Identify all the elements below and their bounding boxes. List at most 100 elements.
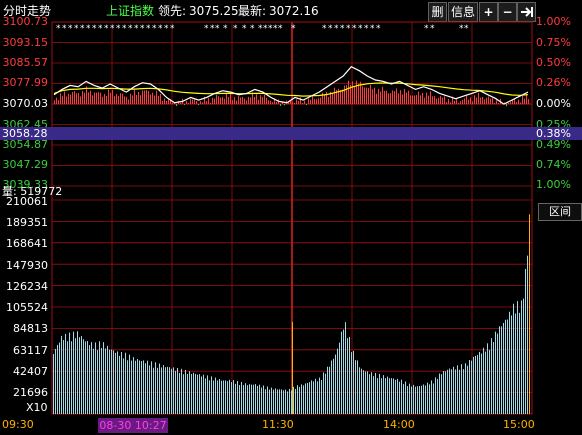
volume-bar [243, 385, 244, 414]
up-bar [348, 80, 349, 104]
volume-bar [183, 374, 184, 414]
up-bar [520, 102, 521, 104]
signal-star: * [376, 24, 381, 34]
volume-bar [235, 383, 236, 414]
up-bar [230, 93, 231, 104]
volume-bar [293, 386, 294, 414]
volume-bar [523, 298, 524, 414]
vol-axis-7: 63117 [13, 344, 48, 357]
up-bar [72, 91, 73, 104]
up-bar [256, 94, 257, 104]
up-bar [270, 100, 271, 104]
up-bar [302, 103, 303, 104]
signal-star: * [68, 24, 73, 34]
signal-star: * [250, 24, 255, 34]
range-button[interactable]: 区间 [538, 203, 582, 221]
up-bar [108, 89, 109, 104]
volume-bar [403, 384, 404, 414]
up-bar [68, 93, 69, 104]
volume-bar [333, 358, 334, 414]
volume-bar [169, 367, 170, 414]
volume-bar [253, 384, 254, 414]
volume-bar [423, 384, 424, 414]
signal-star: * [80, 24, 85, 34]
volume-bar [95, 342, 96, 414]
volume-bar [57, 344, 58, 414]
up-bar [192, 99, 193, 104]
up-bar [424, 97, 425, 104]
up-bar [86, 86, 87, 104]
volume-bar [409, 383, 410, 414]
up-bar [406, 92, 407, 104]
vol-axis-4: 126234 [6, 280, 48, 293]
up-bar [334, 87, 335, 104]
signal-star: * [110, 24, 115, 34]
up-bar [248, 96, 249, 104]
signal-star: * [98, 24, 103, 34]
up-bar [296, 99, 297, 104]
up-bar [346, 85, 347, 104]
up-bar [516, 102, 517, 104]
volume-bar [323, 372, 324, 414]
up-bar [432, 96, 433, 104]
up-bar [298, 100, 299, 104]
signal-star: * [152, 24, 157, 34]
volume-bar [165, 367, 166, 414]
volume-bar [189, 371, 190, 414]
signal-star: * [146, 24, 151, 34]
up-bar [384, 90, 385, 104]
up-bar [138, 92, 139, 104]
up-bar [332, 93, 333, 104]
up-bar [434, 96, 435, 104]
up-bar [472, 101, 473, 104]
volume-bar [147, 360, 148, 414]
signal-star: * [334, 24, 339, 34]
up-bar [128, 99, 129, 104]
up-bar [240, 97, 241, 104]
pct-axis-right-3: 0.26% [536, 76, 571, 89]
price-axis-left-1: 3093.15 [2, 36, 49, 49]
volume-bar [151, 361, 152, 414]
volume-bar [437, 378, 438, 414]
up-bar [304, 100, 305, 104]
volume-bar [211, 376, 212, 414]
volume-bar [297, 385, 298, 414]
up-bar [234, 97, 235, 104]
volume-bar [281, 389, 282, 414]
signal-star: * [116, 24, 121, 34]
volume-bar [127, 360, 128, 414]
volume-bar [375, 372, 376, 414]
volume-bar [123, 358, 124, 414]
volume-bar [257, 385, 258, 414]
up-bar [468, 99, 469, 104]
volume-bar [173, 367, 174, 414]
vol-axis-1: 189351 [6, 216, 48, 229]
up-bar [130, 93, 131, 104]
pct-axis-right-2: 0.50% [536, 56, 571, 69]
up-bar [106, 95, 107, 104]
volume-bar [401, 379, 402, 414]
intraday-chart[interactable]: * * * * * * * * * * * * * * * * * * * * * * * * * * * * * * * * * * * * * * * *… [0, 0, 582, 435]
up-bar [292, 102, 293, 104]
volume-bar [427, 382, 428, 414]
up-bar [466, 96, 467, 104]
up-bar [88, 92, 89, 104]
up-bar [118, 95, 119, 104]
volume-bar [391, 378, 392, 414]
signal-star: * [104, 24, 109, 34]
volume-bar [107, 345, 108, 414]
volume-bar [355, 360, 356, 414]
signal-star: * [134, 24, 139, 34]
up-bar [342, 89, 343, 104]
volume-bar [501, 326, 502, 414]
volume-bar [185, 369, 186, 414]
signal-star: * [86, 24, 91, 34]
volume-bar [399, 381, 400, 414]
up-bar [158, 95, 159, 104]
up-bar [216, 94, 217, 104]
volume-bar [377, 378, 378, 414]
volume-bar [321, 380, 322, 414]
volume-bar [353, 350, 354, 414]
up-bar [438, 97, 439, 104]
volume-bar [513, 303, 514, 414]
